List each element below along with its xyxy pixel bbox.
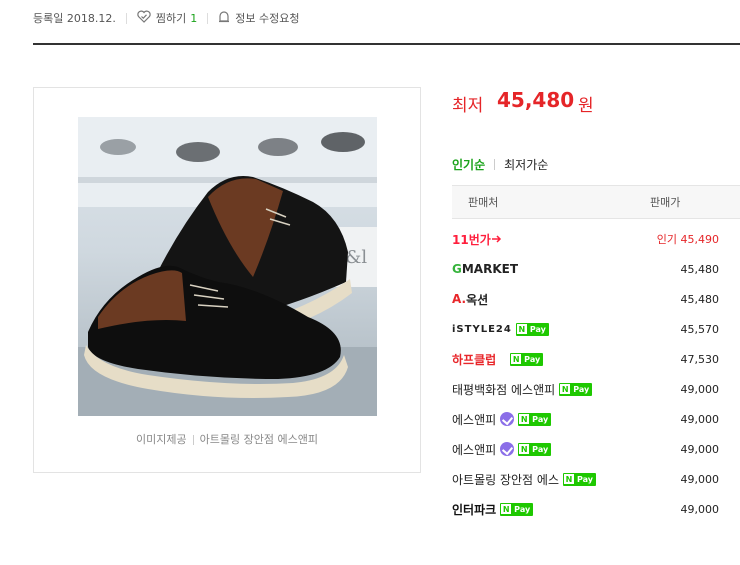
seller-row-snp-2[interactable]: 에스앤피 N Pay 49,000 [452,434,740,464]
seller-name: 아트몰링 장안점 에스 [452,472,559,487]
seller-row-snp-1[interactable]: 에스앤피 N Pay 49,000 [452,404,740,434]
divider [125,12,127,24]
wish-count: 1 [190,11,198,25]
seller-logo-halfclub: 하프클럽 [452,352,497,367]
seller-logo-istyle24: iSTYLE24 [452,323,512,335]
header-divider [33,43,740,45]
npay-n-icon: N [516,324,527,334]
report-label: 정보 수정요청 [235,12,300,25]
npay-badge: N Pay [518,442,552,456]
seller-list: 11번가 인기 45,490 G MARKET 45,480 A. 옥션 45,48… [452,224,740,524]
lowest-price-label: 최저 [452,96,484,116]
divider [192,435,194,445]
npay-n-icon: N [511,354,522,364]
divider [207,12,209,24]
lowest-price-unit: 원 [578,96,594,116]
seller-price: 45,480 [680,292,720,306]
npay-badge: N Pay [563,472,597,486]
seller-row-11st[interactable]: 11번가 인기 45,490 [452,224,740,254]
seller-price: 49,000 [680,412,720,426]
sort-tabs: 인기순 최저가순 [452,156,548,173]
seller-row-auction[interactable]: A. 옥션 45,480 [452,284,740,314]
tab-lowest-price[interactable]: 최저가순 [504,156,548,173]
col-seller: 판매처 [468,196,499,209]
npay-badge: N Pay [500,502,534,516]
seller-name: 태평백화점 에스앤피 [452,382,556,397]
tab-popular[interactable]: 인기순 [452,156,485,173]
seller-price: 47,530 [680,352,720,366]
npay-n-icon: N [560,384,571,394]
wish-button[interactable]: 찜하기 1 [137,10,197,26]
product-photo[interactable]: pes&l [78,117,377,416]
heart-check-icon [137,10,151,26]
npay-badge: N Pay [559,382,593,396]
npay-n-icon: N [519,414,530,424]
seller-row-artmalling[interactable]: 아트몰링 장안점 에스 N Pay 49,000 [452,464,740,494]
seller-logo-interpark: 인터파크 [452,502,497,517]
npay-n-icon: N [564,474,574,484]
seller-row-taepyeong[interactable]: 태평백화점 에스앤피 N Pay 49,000 [452,374,740,404]
seller-name: 에스앤피 [452,442,497,457]
lowest-price-value: 45,480 [497,88,575,112]
seller-price: 49,000 [680,442,720,456]
npay-badge: N Pay [510,352,544,366]
seller-price: 45,480 [680,262,720,276]
seller-logo-11st: 11번가 [452,232,491,247]
bell-icon [218,10,230,26]
verified-check-icon [500,412,515,426]
seller-price: 45,570 [680,322,720,336]
seller-row-halfclub[interactable]: 하프클럽 N Pay 47,530 [452,344,740,374]
seller-row-istyle24[interactable]: iSTYLE24 N Pay 45,570 [452,314,740,344]
seller-logo-auction: A. 옥션 [452,292,489,307]
product-meta-bar: 등록일 2018.12. 찜하기 1 정보 수정요청 [33,8,299,28]
col-price: 판매가 [650,196,681,209]
seller-table-header: 판매처 판매가 [452,185,740,219]
seller-row-interpark[interactable]: 인터파크 N Pay 49,000 [452,494,740,524]
wish-label: 찜하기 [155,12,187,25]
product-image-box: pes&l 이미지제공 아트몰링 장안점 에스앤피 [33,87,421,473]
seller-name: 에스앤피 [452,412,497,427]
seller-row-gmarket[interactable]: G MARKET 45,480 [452,254,740,284]
seller-price: 49,000 [680,382,720,396]
npay-n-icon: N [519,444,530,454]
registered-date: 등록일 2018.12. [33,12,116,25]
seller-price: 49,000 [680,472,720,486]
caption-source-label: 이미지제공 [136,433,187,446]
npay-n-icon: N [501,504,512,514]
npay-badge: N Pay [518,412,552,426]
image-caption: 이미지제공 아트몰링 장안점 에스앤피 [34,431,420,447]
divider [494,159,496,170]
report-button[interactable]: 정보 수정요청 [218,10,299,26]
verified-check-icon [500,442,515,456]
caption-source-value: 아트몰링 장안점 에스앤피 [199,433,318,446]
seller-logo-gmarket: G MARKET [452,262,519,276]
arrow-icon [491,235,501,243]
seller-price: 인기 45,490 [656,233,719,246]
seller-price: 49,000 [680,502,720,516]
npay-badge: N Pay [515,322,549,336]
